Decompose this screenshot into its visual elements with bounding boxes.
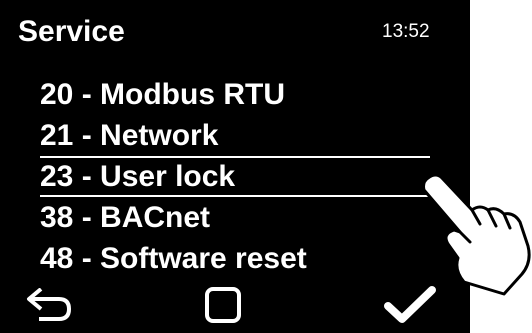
menu-item-modbus-rtu[interactable]: 20 - Modbus RTU <box>0 74 470 115</box>
device-screen: Service 13:52 20 - Modbus RTU 21 - Netwo… <box>0 0 470 333</box>
pointing-hand-icon <box>422 173 531 296</box>
menu-item-software-reset[interactable]: 48 - Software reset <box>0 238 470 279</box>
menu-item-user-lock[interactable]: 23 - User lock <box>40 156 430 197</box>
service-menu: 20 - Modbus RTU 21 - Network 23 - User l… <box>0 74 470 279</box>
page-title: Service <box>18 15 125 48</box>
home-button[interactable] <box>198 282 248 328</box>
menu-item-network[interactable]: 21 - Network <box>0 115 470 156</box>
square-icon <box>205 287 241 323</box>
return-arrow-icon <box>27 288 71 321</box>
menu-item-bacnet[interactable]: 38 - BACnet <box>0 197 470 238</box>
back-button[interactable] <box>22 282 78 328</box>
clock-time: 13:52 <box>382 21 430 42</box>
